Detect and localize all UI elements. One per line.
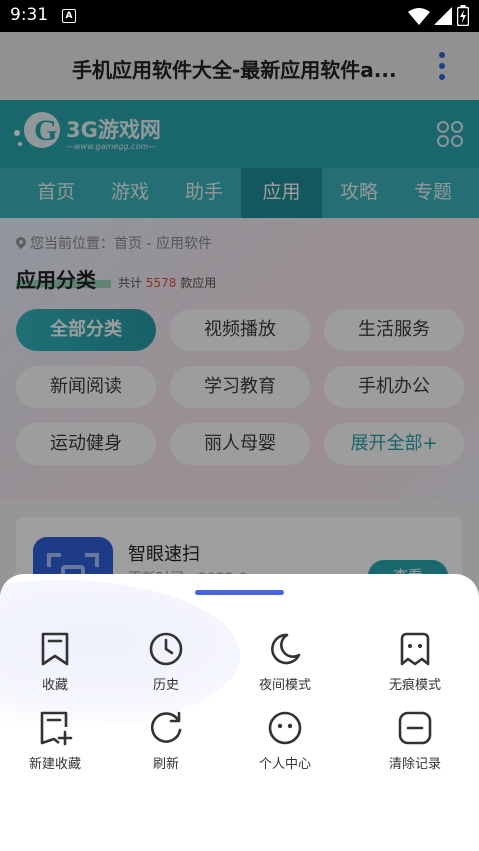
clock-icon <box>149 632 183 666</box>
sheet-handle[interactable] <box>195 590 284 595</box>
bookmark-icon <box>41 632 69 666</box>
refresh-icon <box>150 711 182 743</box>
menu-label: 历史 <box>152 678 179 693</box>
menu-label: 清除记录 <box>388 757 441 772</box>
menu-night-mode[interactable]: 夜间模式 <box>230 631 340 693</box>
ghost-icon <box>400 632 430 666</box>
moon-icon <box>271 633 301 665</box>
menu-new-bookmark[interactable]: 新建收藏 <box>0 710 110 772</box>
battery-icon <box>457 5 469 26</box>
menu-refresh[interactable]: 刷新 <box>111 710 221 772</box>
menu-profile[interactable]: 个人中心 <box>230 710 340 772</box>
a-icon: A <box>62 9 76 23</box>
wifi-icon <box>408 8 430 25</box>
menu-incognito[interactable]: 无痕模式 <box>360 631 470 693</box>
menu-label: 个人中心 <box>258 757 311 772</box>
menu-clear-history[interactable]: 清除记录 <box>360 710 470 772</box>
menu-label: 刷新 <box>152 757 179 772</box>
signal-icon <box>434 7 452 25</box>
menu-history[interactable]: 历史 <box>111 631 221 693</box>
menu-bookmarks[interactable]: 收藏 <box>0 631 110 693</box>
menu-label: 收藏 <box>41 678 68 693</box>
clear-icon <box>398 711 432 745</box>
face-icon <box>268 711 302 745</box>
menu-label: 无痕模式 <box>388 678 441 693</box>
bookmark-add-icon <box>40 711 73 746</box>
bottom-sheet-menu: 收藏 历史 夜间模式 无痕模式 新建收藏 刷新 个人中心 清除记录 <box>0 574 479 851</box>
menu-label: 夜间模式 <box>258 678 311 693</box>
menu-label: 新建收藏 <box>28 757 81 772</box>
status-time: 9:31 <box>10 5 49 25</box>
status-bar: 9:31 A <box>0 0 479 32</box>
